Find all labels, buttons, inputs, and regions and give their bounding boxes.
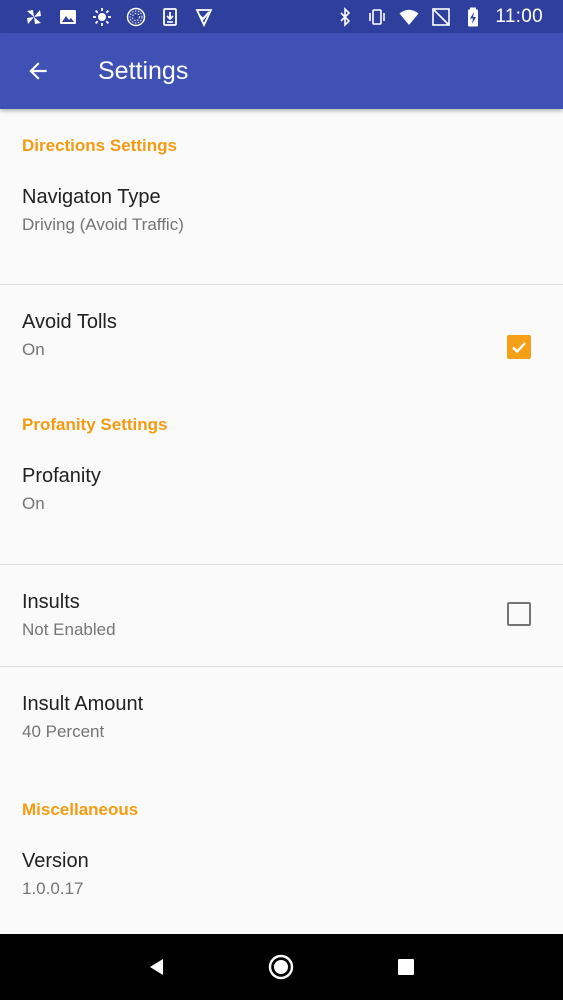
category-directions-settings: Directions Settings [22,136,177,155]
pref-summary: 40 Percent [22,722,105,741]
wifi-icon [399,7,419,27]
preferences-list: Directions Settings Navigaton Type Drivi… [0,109,563,950]
pinwheel-icon [24,7,44,27]
nav-home-button[interactable] [261,947,301,987]
pref-insult-amount[interactable]: Insult Amount 40 Percent [0,667,563,768]
checkmark-app-icon [194,7,214,27]
pref-title: Avoid Tolls [22,311,117,333]
app-bar: Settings [0,33,563,109]
status-bar: 11:00 [0,0,563,33]
pref-summary: Driving (Avoid Traffic) [22,215,184,234]
pref-title: Insults [22,591,80,613]
battery-charging-icon [463,7,483,27]
settings-screen: 11:00 Settings Directions Settings Navig… [0,0,563,1000]
arrow-left-icon [29,62,47,80]
pref-title: Profanity [22,465,101,487]
check-icon [512,342,526,354]
category-miscellaneous: Miscellaneous [22,800,139,819]
home-circle-icon [269,954,294,980]
image-icon [58,7,78,27]
recents-square-icon [397,959,414,975]
system-icons: 11:00 [323,6,543,28]
vibrate-icon [367,7,387,27]
page-title: Settings [98,56,189,85]
category-profanity-settings: Profanity Settings [22,415,168,434]
download-icon [160,7,180,27]
pref-navigation-type[interactable]: Navigaton Type Driving (Avoid Traffic) [0,158,563,284]
pref-profanity[interactable]: Profanity On [0,437,563,564]
nav-back-button[interactable] [137,947,177,987]
pref-summary: On [22,340,45,359]
circle-pattern-icon [126,7,146,27]
pref-title: Insult Amount [22,693,144,715]
back-triangle-icon [150,959,164,975]
sun-icon [92,7,112,27]
pref-title: Navigaton Type [22,186,161,208]
pref-version[interactable]: Version 1.0.0.17 [0,822,563,949]
no-signal-icon [431,7,451,27]
pref-insults[interactable]: Insults Not Enabled [0,565,563,666]
pref-avoid-tolls[interactable]: Avoid Tolls On [0,285,563,386]
bluetooth-icon [335,6,355,27]
avoid-tolls-checkbox[interactable] [507,335,531,359]
pref-title: Version [22,850,89,872]
notification-icons [24,7,228,27]
system-nav-bar [0,934,563,1000]
clock: 11:00 [495,5,543,27]
pref-summary: Not Enabled [22,620,116,639]
pref-summary: On [22,494,45,513]
pref-summary: 1.0.0.17 [22,879,84,898]
nav-recents-button[interactable] [386,947,426,987]
insults-checkbox[interactable] [507,602,531,626]
back-button[interactable] [12,45,64,97]
